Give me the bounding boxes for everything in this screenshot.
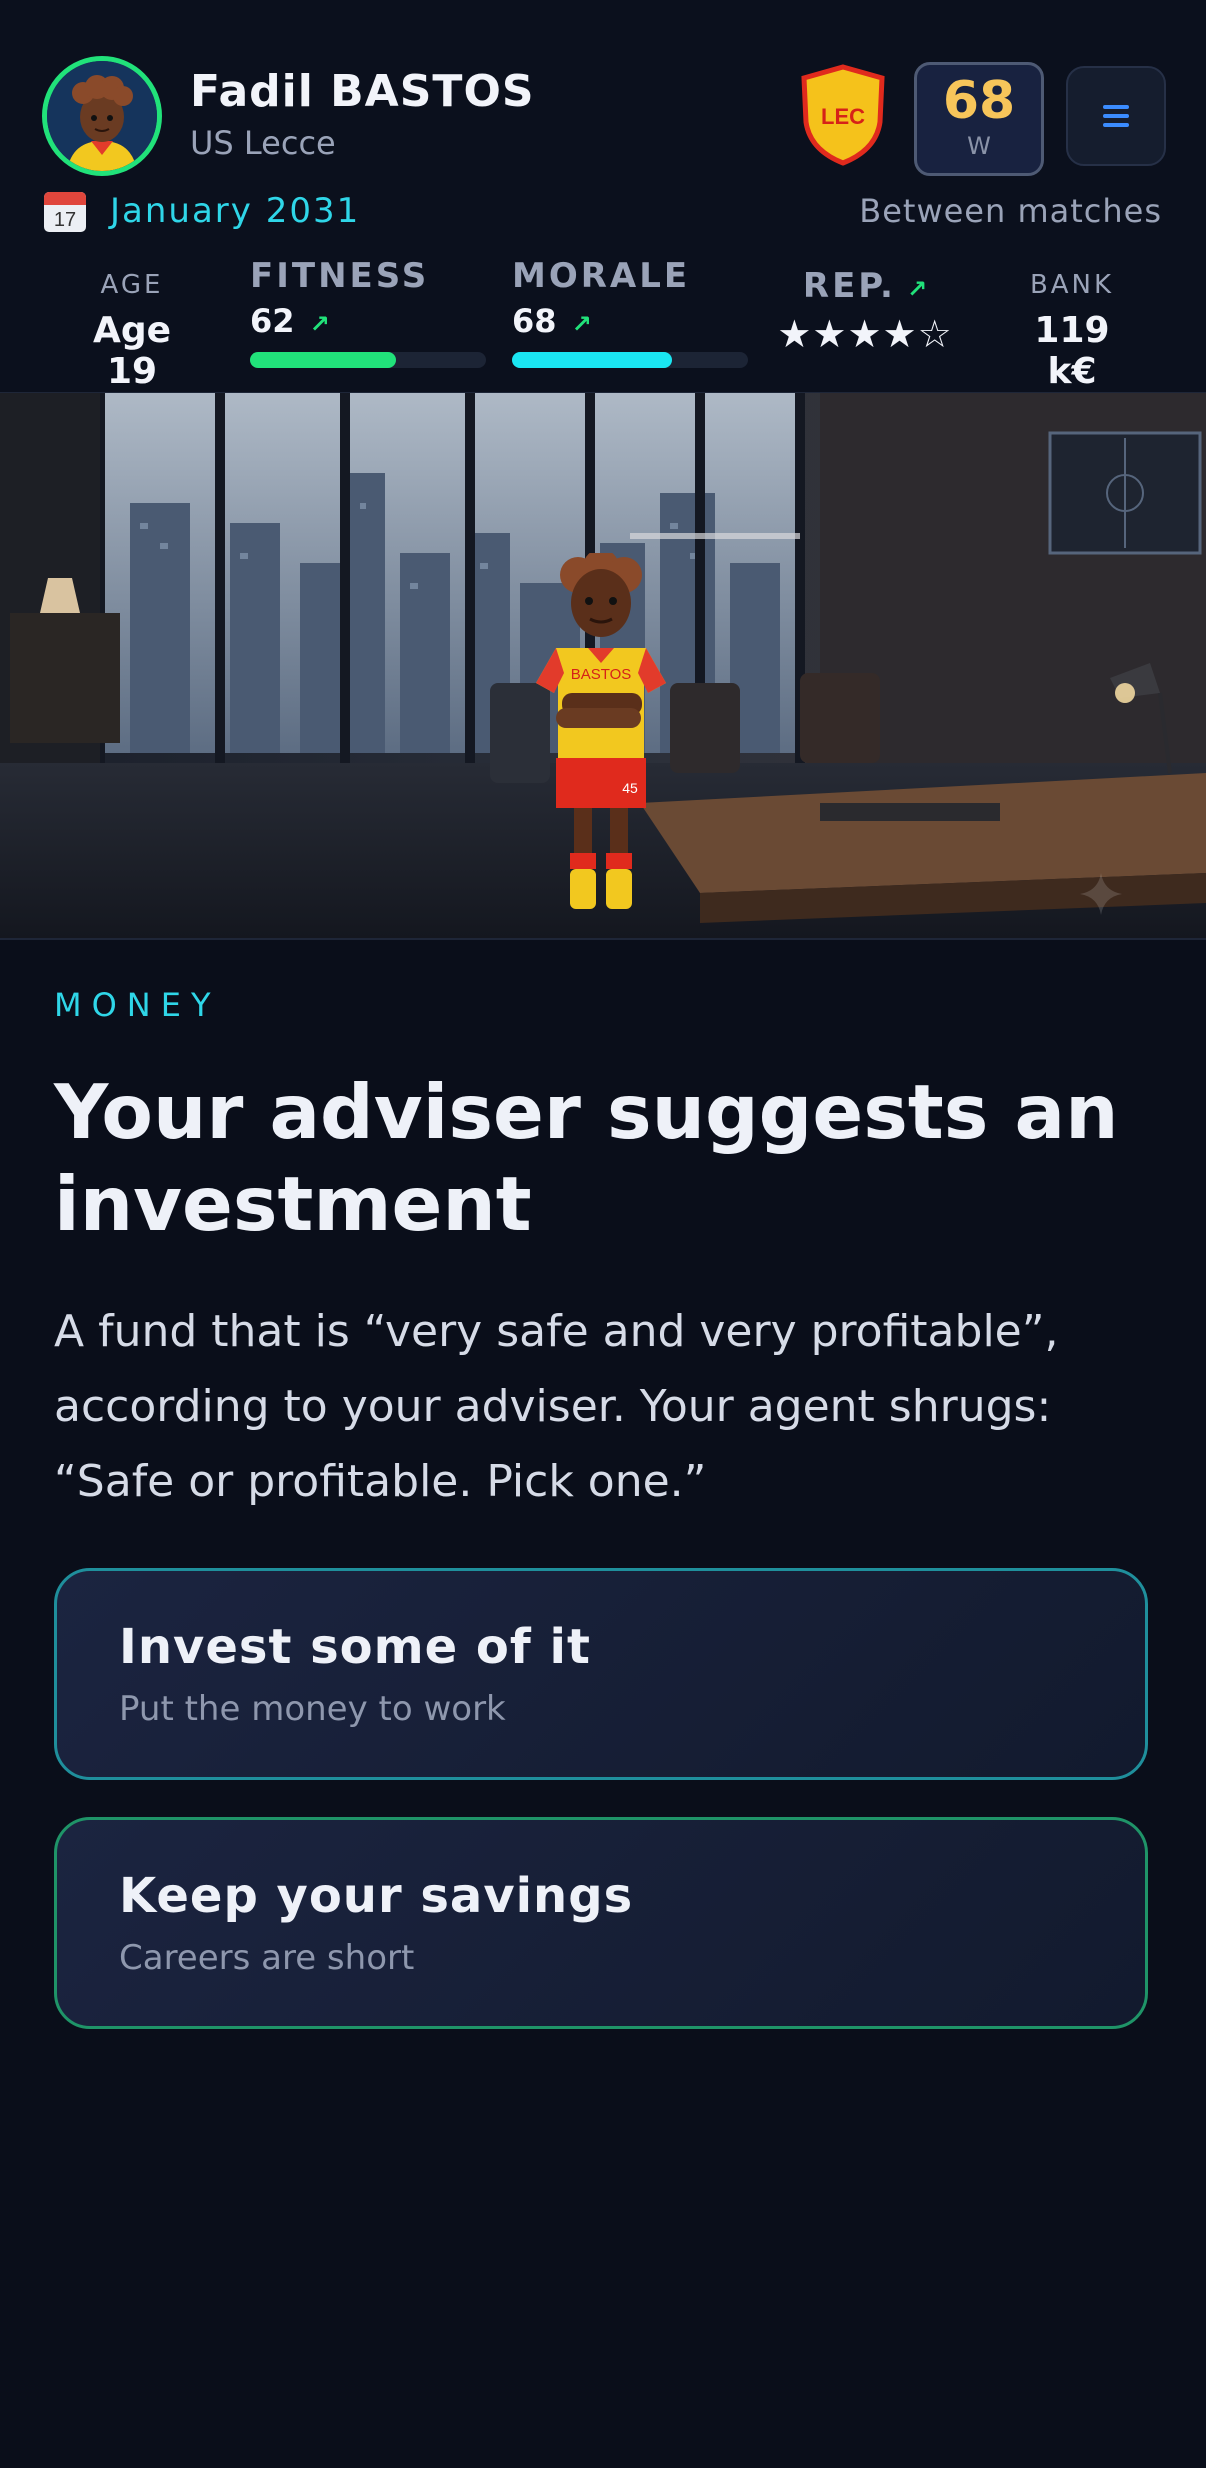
menu-button[interactable] [1066, 66, 1166, 166]
calendar-icon: 17 [44, 192, 86, 232]
stat-reputation: REP. ↗ ★★★★☆ [772, 266, 958, 356]
club-crest-icon[interactable]: LEC [800, 64, 886, 166]
overall-rating-badge[interactable]: 68 W [914, 62, 1044, 176]
stat-fitness: FITNESS 62 ↗ [250, 256, 490, 340]
game-date: 17 January 2031 [42, 188, 360, 234]
shirt-name-text: BASTOS [571, 666, 632, 683]
choice-subtitle: Careers are short [119, 1938, 415, 1978]
player-character-figure: BASTOS 45 [536, 553, 666, 909]
stat-bank: BANK 119 k€ [1004, 270, 1140, 392]
stat-age: AGE Age 19 [74, 270, 190, 392]
choice-title: Invest some of it [119, 1619, 591, 1675]
event-title: Your adviser suggests an investment [54, 1068, 1119, 1248]
fitness-label: FITNESS [250, 256, 430, 296]
morale-bar-fill [512, 352, 673, 368]
morale-trend-icon: ↗ [571, 310, 592, 338]
fitness-value: 62 [250, 302, 295, 340]
bank-value: 119 k€ [1034, 310, 1110, 392]
calendar-day: 17 [54, 209, 76, 231]
fitness-bar [250, 352, 486, 368]
match-status: Between matches [859, 192, 1162, 230]
reputation-stars: ★★★★☆ [777, 312, 953, 356]
position-label: W [967, 132, 991, 160]
rating-value: 68 [942, 71, 1016, 131]
sparkle-icon [1080, 873, 1122, 915]
club-badge-text: LEC [821, 104, 865, 129]
event-description: A fund that is “very safe and very profi… [54, 1306, 1059, 1507]
choice-keep-savings-button[interactable]: Keep your savings Careers are short [54, 1817, 1148, 2029]
shorts-number-text: 45 [622, 780, 638, 796]
fitness-bar-fill [250, 352, 397, 368]
bank-label: BANK [1029, 270, 1115, 300]
morale-bar [512, 352, 748, 368]
choice-subtitle: Put the money to work [119, 1689, 506, 1729]
event-category: MONEY [54, 986, 221, 1024]
stat-morale: MORALE 68 ↗ [512, 256, 752, 340]
date-label: January 2031 [110, 191, 361, 231]
morale-value: 68 [512, 302, 557, 340]
hamburger-menu-icon [1103, 105, 1129, 127]
age-label: AGE [100, 270, 164, 300]
player-face-icon [47, 61, 157, 171]
age-value: Age 19 [92, 310, 172, 392]
choice-title: Keep your savings [119, 1868, 634, 1924]
reputation-trend-icon: ↗ [906, 275, 928, 303]
club-name: US Lecce [190, 124, 336, 162]
player-name: Fadil BASTOS [190, 66, 535, 117]
reputation-label: REP. [802, 266, 896, 306]
top-header: Fadil BASTOS US Lecce LEC 68 W 17 Januar… [0, 0, 1206, 392]
event-scene-illustration: BASTOS 45 [0, 392, 1206, 940]
choice-invest-button[interactable]: Invest some of it Put the money to work [54, 1568, 1148, 1780]
player-avatar[interactable] [42, 56, 162, 176]
fitness-trend-icon: ↗ [309, 310, 330, 338]
morale-label: MORALE [512, 256, 691, 296]
